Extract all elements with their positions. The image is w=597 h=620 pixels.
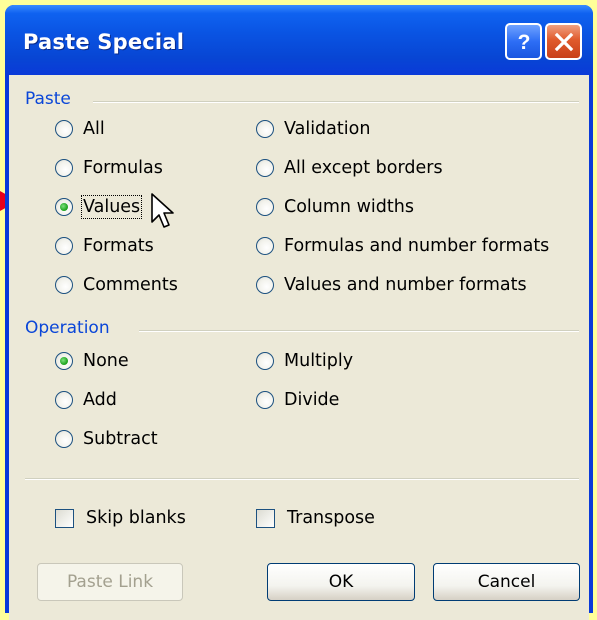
radio-button[interactable] xyxy=(256,276,274,294)
checkbox-box[interactable] xyxy=(256,508,275,528)
radio-label: Formulas xyxy=(83,158,163,178)
radio-label: All except borders xyxy=(284,158,443,178)
paste-special-dialog: Paste Special ? Paste All Formulas Values F… xyxy=(5,5,593,620)
radio-column-widths[interactable]: Column widths xyxy=(256,197,414,217)
radio-validation[interactable]: Validation xyxy=(256,119,370,139)
radio-label: Add xyxy=(83,390,117,410)
radio-subtract[interactable]: Subtract xyxy=(55,429,158,449)
radio-button[interactable] xyxy=(55,352,73,370)
help-button[interactable]: ? xyxy=(505,23,542,60)
question-mark-icon: ? xyxy=(517,31,530,53)
radio-button[interactable] xyxy=(256,159,274,177)
radio-label: Multiply xyxy=(284,351,354,371)
radio-label: Comments xyxy=(83,275,178,295)
radio-values-and-number-formats[interactable]: Values and number formats xyxy=(256,275,527,295)
operation-group-divider xyxy=(139,330,579,332)
radio-label: Formats xyxy=(83,236,154,256)
radio-button[interactable] xyxy=(55,120,73,138)
close-icon xyxy=(554,32,573,51)
radio-all[interactable]: All xyxy=(55,119,105,139)
dialog-body: Paste All Formulas Values Formats Comments V… xyxy=(9,75,589,620)
radio-label: Validation xyxy=(284,119,371,139)
paste-group-label: Paste xyxy=(25,89,77,109)
radio-button[interactable] xyxy=(55,237,73,255)
radio-divide[interactable]: Divide xyxy=(256,390,339,410)
radio-button[interactable] xyxy=(55,276,73,294)
radio-label: Values xyxy=(80,195,143,219)
radio-button[interactable] xyxy=(256,352,274,370)
radio-button[interactable] xyxy=(256,391,274,409)
transpose-checkbox[interactable]: Transpose xyxy=(256,508,375,528)
skip-blanks-label: Skip blanks xyxy=(86,508,186,528)
radio-none[interactable]: None xyxy=(55,351,129,371)
radio-label: Formulas and number formats xyxy=(284,236,550,256)
cancel-button[interactable]: Cancel xyxy=(433,563,580,601)
operation-group-label: Operation xyxy=(25,318,116,338)
radio-multiply[interactable]: Multiply xyxy=(256,351,353,371)
radio-button[interactable] xyxy=(55,391,73,409)
radio-button[interactable] xyxy=(55,198,73,216)
radio-button[interactable] xyxy=(55,430,73,448)
radio-label: None xyxy=(83,351,129,371)
radio-values[interactable]: Values xyxy=(55,195,143,219)
options-divider xyxy=(25,478,579,480)
radio-label: Column widths xyxy=(284,197,414,217)
mouse-pointer-icon xyxy=(151,193,174,228)
paste-group-divider xyxy=(93,101,579,103)
radio-add[interactable]: Add xyxy=(55,390,117,410)
radio-button[interactable] xyxy=(256,120,274,138)
paste-link-button[interactable]: Paste Link xyxy=(37,563,183,601)
transpose-label: Transpose xyxy=(287,508,375,528)
radio-label: Values and number formats xyxy=(284,275,527,295)
radio-formats[interactable]: Formats xyxy=(55,236,154,256)
radio-label: Divide xyxy=(284,390,340,410)
radio-button[interactable] xyxy=(256,237,274,255)
radio-label: All xyxy=(83,119,105,139)
radio-all-except-borders[interactable]: All except borders xyxy=(256,158,443,178)
dialog-title: Paste Special xyxy=(23,30,185,54)
radio-formulas[interactable]: Formulas xyxy=(55,158,163,178)
radio-button[interactable] xyxy=(256,198,274,216)
ok-button[interactable]: OK xyxy=(267,563,415,601)
radio-button[interactable] xyxy=(55,159,73,177)
radio-comments[interactable]: Comments xyxy=(55,275,178,295)
close-button[interactable] xyxy=(545,23,582,60)
radio-label: Subtract xyxy=(83,429,158,449)
radio-formulas-and-number-formats[interactable]: Formulas and number formats xyxy=(256,236,549,256)
svg-text:?: ? xyxy=(517,31,530,53)
skip-blanks-checkbox[interactable]: Skip blanks xyxy=(55,508,186,528)
checkbox-box[interactable] xyxy=(55,508,74,528)
title-bar[interactable]: Paste Special ? xyxy=(5,5,593,75)
